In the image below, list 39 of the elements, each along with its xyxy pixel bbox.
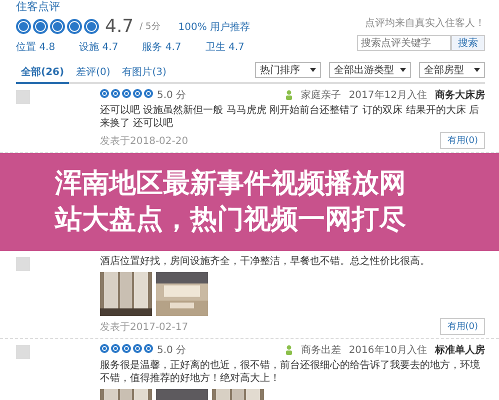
review-score: 5.0 分 — [157, 90, 186, 101]
useful-button[interactable]: 有用(0) — [440, 318, 485, 335]
stay-date: 2017年12月入住 — [348, 88, 427, 102]
post-date: 发表于2018-02-20 — [100, 134, 188, 148]
review-text: 酒店位置好找，房间设施齐全，干净整洁，早餐也不错。总之性价比很高。 — [100, 255, 431, 268]
user-icon — [284, 90, 293, 100]
sub-score: 服务 4.7 — [142, 41, 182, 54]
review-text: 服务很是温馨，正好离的也近，很不错，前台还很细心的给告诉了我要去的地方，环境不错，值得推荐的好地方！绝对高大上！ — [100, 359, 481, 385]
filter-dropdown[interactable]: 全部出游类型 — [329, 62, 411, 78]
user-icon — [284, 345, 293, 355]
room-type: 商务大床房 — [435, 88, 485, 102]
review-score: 5.0 分 — [157, 345, 186, 356]
traveler-type: 家庭亲子 — [300, 88, 341, 102]
sub-score: 卫生 4.7 — [205, 40, 244, 54]
room-type: 标准单人房 — [435, 343, 485, 357]
sub-score: 设施 4.7 — [79, 40, 118, 54]
headline-text: 浑南地区最新事件视频播放网 — [55, 167, 407, 201]
avatar-placeholder — [16, 345, 30, 359]
filter-dropdown[interactable]: 全部房型 — [419, 62, 485, 78]
filter-dropdown[interactable]: 热门排序 — [255, 62, 321, 78]
score-unit: / 5分 — [140, 20, 160, 33]
traveler-type: 商务出差 — [300, 344, 341, 357]
overall-score: 4.7 — [105, 16, 134, 37]
section-title: 住客点评 — [16, 0, 61, 14]
review-text: 还可以吧 设施虽然新但一般 马马虎虎 刚开始前台还整错了 订的双床 结果开的大床 后来换了 还可以吧 — [100, 104, 480, 130]
sub-score: 位置 4.8 — [16, 40, 56, 54]
post-date: 发表于2017-02-17 — [100, 320, 188, 334]
search-button[interactable]: 搜索 — [451, 35, 485, 51]
tab[interactable]: 差评(0) — [71, 63, 116, 84]
tab[interactable]: 有图片(3) — [117, 63, 172, 84]
avatar-placeholder — [16, 257, 30, 271]
headline-text: 站大盘点，热门视频一网打尽 — [55, 203, 407, 237]
stay-date: 2016年10月入住 — [348, 344, 427, 357]
recommend-rate: 100% 用户推荐 — [178, 20, 250, 34]
useful-button[interactable]: 有用(0) — [440, 132, 485, 149]
review-note: 点评均来自真实入住客人！ — [364, 16, 485, 30]
search-field[interactable]: 搜索点评关键字 — [357, 35, 451, 51]
tab[interactable]: 全部(26) — [16, 63, 70, 84]
avatar-placeholder — [16, 90, 30, 104]
